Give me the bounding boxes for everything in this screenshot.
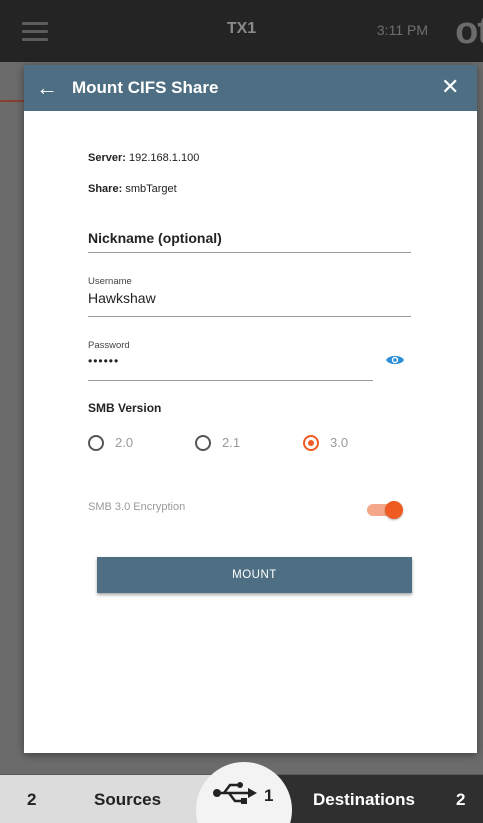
username-value: Hawkshaw — [88, 290, 156, 306]
sources-tab[interactable]: 2 Sources — [0, 775, 225, 823]
password-value: •••••• — [88, 354, 120, 368]
usb-icon — [213, 782, 257, 804]
smb-version-2-0-radio[interactable]: 2.0 — [88, 434, 148, 454]
password-label: Password — [88, 340, 130, 351]
radio-circle — [195, 435, 211, 451]
smb-version-3-0-radio[interactable]: 3.0 — [303, 434, 363, 454]
usb-count: 1 — [264, 786, 274, 805]
sources-label: Sources — [94, 790, 162, 809]
radio-label: 3.0 — [330, 435, 349, 450]
encryption-label: SMB 3.0 Encryption — [88, 501, 186, 513]
destinations-label: Destinations — [313, 790, 416, 809]
username-underline — [88, 316, 411, 317]
close-icon[interactable]: ✕ — [441, 75, 463, 99]
mount-button[interactable]: MOUNT — [97, 557, 412, 593]
back-arrow-icon[interactable]: ← — [36, 76, 60, 100]
share-label: Share: — [88, 183, 123, 195]
server-info: Server: 192.168.1.100 — [88, 152, 199, 164]
radio-circle — [88, 435, 104, 451]
password-underline — [88, 380, 373, 381]
password-field[interactable]: Password •••••• — [88, 337, 373, 381]
nickname-field[interactable]: Nickname (optional) — [88, 225, 411, 253]
smb-version-title: SMB Version — [88, 401, 162, 415]
background-accent-line — [0, 100, 24, 102]
clock: 3:11 PM — [376, 22, 428, 38]
toggle-knob — [385, 501, 403, 519]
top-bar: TX1 3:11 PM ot — [0, 0, 483, 62]
destinations-tab[interactable]: Destinations 2 — [262, 775, 483, 823]
smb-version-2-1-radio[interactable]: 2.1 — [195, 434, 255, 454]
radio-label: 2.0 — [115, 435, 134, 450]
dialog-title: Mount CIFS Share — [72, 78, 219, 97]
server-value: 192.168.1.100 — [128, 152, 200, 164]
server-label: Server: — [88, 152, 126, 164]
encryption-toggle[interactable] — [367, 501, 403, 519]
share-value: smbTarget — [125, 183, 177, 195]
show-password-eye-icon[interactable] — [385, 353, 405, 367]
sources-count: 2 — [27, 790, 37, 809]
mount-cifs-dialog: ← Mount CIFS Share ✕ Server: 192.168.1.1… — [24, 65, 477, 753]
dialog-header: ← Mount CIFS Share ✕ — [24, 65, 477, 111]
radio-label: 2.1 — [222, 435, 241, 450]
username-label: Username — [88, 276, 132, 287]
share-info: Share: smbTarget — [88, 183, 177, 195]
radio-circle-selected — [303, 435, 319, 451]
nickname-underline — [88, 252, 411, 253]
brand-logo: ot — [455, 10, 483, 52]
username-field[interactable]: Username Hawkshaw — [88, 273, 411, 317]
nickname-placeholder: Nickname (optional) — [88, 230, 222, 246]
destinations-count: 2 — [456, 790, 466, 809]
